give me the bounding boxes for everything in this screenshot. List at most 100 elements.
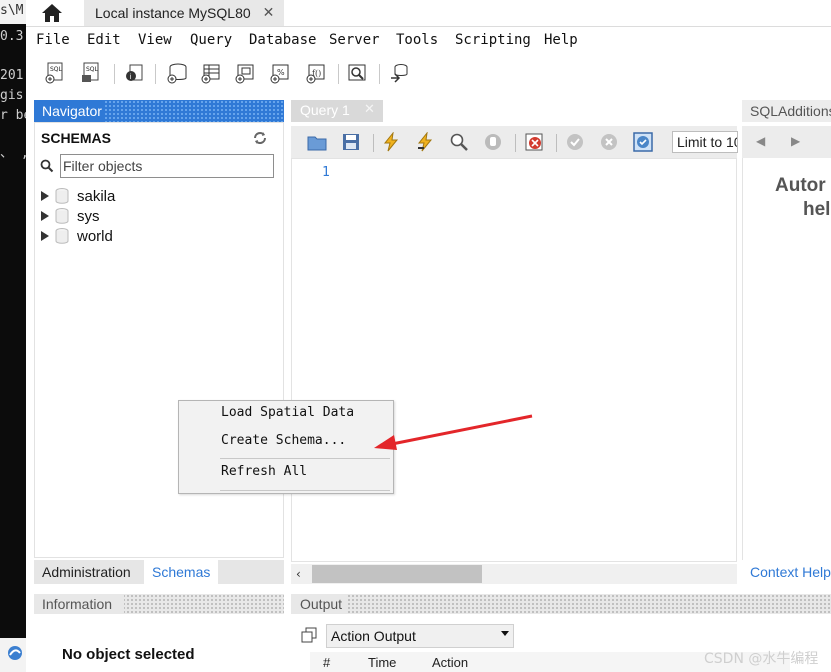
search-table-data-icon[interactable]: [346, 62, 368, 84]
new-sql-tab-icon[interactable]: SQL: [44, 62, 66, 84]
menu-view[interactable]: View: [138, 32, 172, 48]
commit-icon[interactable]: [565, 132, 585, 152]
database-icon: [55, 188, 69, 204]
filter-objects-box[interactable]: [60, 154, 274, 178]
auto-help-text: Autor: [775, 175, 826, 196]
terminal-line: r be: [0, 108, 26, 123]
menu-item-refresh-all[interactable]: Refresh All: [221, 464, 307, 479]
connection-tab[interactable]: Local instance MySQL80 ✕: [84, 0, 284, 26]
schema-label: sys: [77, 207, 100, 225]
svg-text:SQL: SQL: [50, 66, 63, 73]
menu-separator: [220, 490, 390, 491]
refresh-icon[interactable]: [252, 130, 268, 146]
menu-tools[interactable]: Tools: [396, 32, 438, 48]
search-icon: [40, 159, 54, 173]
toolbar-separator: [373, 134, 374, 152]
execute-icon[interactable]: [381, 132, 401, 152]
stop-icon[interactable]: [483, 132, 503, 152]
workbench-taskbar-icon[interactable]: [6, 644, 24, 662]
rollback-icon[interactable]: [599, 132, 619, 152]
tab-schemas[interactable]: Schemas: [144, 560, 218, 584]
toolbar-separator: [379, 64, 380, 84]
autocommit-icon[interactable]: [633, 132, 653, 152]
scrollbar-thumb[interactable]: [312, 565, 482, 583]
create-procedure-icon[interactable]: %: [269, 62, 291, 84]
terminal-line: 、 ,: [0, 146, 26, 161]
information-panel: [34, 616, 284, 672]
menu-edit[interactable]: Edit: [87, 32, 121, 48]
menu-file[interactable]: File: [36, 32, 70, 48]
chevron-down-icon[interactable]: [501, 631, 509, 636]
create-schema-icon[interactable]: [166, 62, 188, 84]
svg-text:i: i: [130, 73, 132, 81]
output-type-select[interactable]: Action Output: [326, 624, 514, 648]
tab-context-help[interactable]: Context Help: [750, 564, 831, 580]
filter-objects-input[interactable]: [63, 157, 269, 175]
sql-additions-header: SQLAdditions: [742, 100, 831, 122]
toolbar-separator: [338, 64, 339, 84]
tab-administration[interactable]: Administration: [34, 560, 142, 584]
database-icon: [55, 208, 69, 224]
information-title: Information: [42, 596, 113, 612]
schema-item-world[interactable]: world: [41, 226, 113, 246]
toolbar-separator: [114, 64, 115, 84]
output-column-header: Time: [368, 655, 397, 670]
close-icon[interactable]: ✕: [364, 102, 375, 117]
previous-icon[interactable]: ◀: [756, 134, 765, 148]
svg-text:%: %: [277, 68, 285, 77]
home-icon: [42, 4, 62, 22]
output-column-header: #: [323, 655, 331, 670]
expand-arrow-icon[interactable]: [41, 231, 49, 241]
terminal-title: s\M: [0, 0, 26, 24]
terminal-line: 0.3: [0, 29, 24, 44]
menu-scripting[interactable]: Scripting: [455, 32, 531, 48]
menu-server[interactable]: Server: [329, 32, 380, 48]
main-toolbar: SQL SQL i % f(): [26, 56, 831, 92]
output-column-header: Action: [432, 655, 469, 670]
menu-help[interactable]: Help: [544, 32, 578, 48]
reconnect-icon[interactable]: [388, 62, 410, 84]
scroll-left-icon[interactable]: ‹: [296, 567, 301, 581]
schemas-title: SCHEMAS: [41, 130, 112, 146]
create-view-icon[interactable]: [234, 62, 256, 84]
output-title: Output: [300, 596, 343, 612]
annotation-arrow: [374, 414, 533, 450]
schema-label: world: [77, 227, 113, 245]
create-function-icon[interactable]: f(): [305, 62, 327, 84]
create-table-icon[interactable]: [200, 62, 222, 84]
open-folder-icon[interactable]: [307, 132, 327, 152]
inspector-icon[interactable]: i: [123, 62, 145, 84]
save-icon[interactable]: [341, 132, 361, 152]
expand-arrow-icon[interactable]: [41, 191, 49, 201]
menu-database[interactable]: Database: [249, 32, 316, 48]
execute-current-icon[interactable]: [415, 132, 435, 152]
line-number: 1: [322, 165, 330, 180]
open-sql-script-icon[interactable]: SQL: [80, 62, 102, 84]
terminal-line: gis: [0, 88, 24, 103]
query-tab-label: Query 1: [300, 102, 350, 118]
menu-bar: File Edit View Query Database Server Too…: [26, 27, 831, 53]
home-button[interactable]: [36, 2, 68, 24]
terminal-title-text: s\M: [0, 3, 24, 18]
limit-rows-select[interactable]: Limit to 10: [672, 131, 738, 153]
expand-arrow-icon[interactable]: [41, 211, 49, 221]
connection-tab-label: Local instance MySQL80: [95, 5, 251, 21]
menu-item-load-spatial-data[interactable]: Load Spatial Data: [221, 405, 354, 420]
close-icon[interactable]: ✕: [263, 5, 275, 21]
menu-item-create-schema[interactable]: Create Schema...: [221, 433, 346, 448]
sql-editor[interactable]: [291, 158, 737, 562]
no-object-selected-text: No object selected: [62, 646, 195, 663]
schema-item-sakila[interactable]: sakila: [41, 186, 115, 206]
copy-icon[interactable]: [301, 627, 317, 643]
auto-help-text-line2: hel: [803, 199, 831, 220]
toolbar-separator: [515, 134, 516, 152]
explain-icon[interactable]: [449, 132, 469, 152]
toolbar-separator: [155, 64, 156, 84]
schema-item-sys[interactable]: sys: [41, 206, 100, 226]
next-icon[interactable]: ▶: [791, 134, 800, 148]
background-terminal: 0.3 201 gis r be 、 ,: [0, 0, 26, 672]
database-icon: [55, 228, 69, 244]
output-header: [291, 594, 831, 614]
toggle-error-icon[interactable]: [524, 132, 544, 152]
menu-query[interactable]: Query: [190, 32, 232, 48]
